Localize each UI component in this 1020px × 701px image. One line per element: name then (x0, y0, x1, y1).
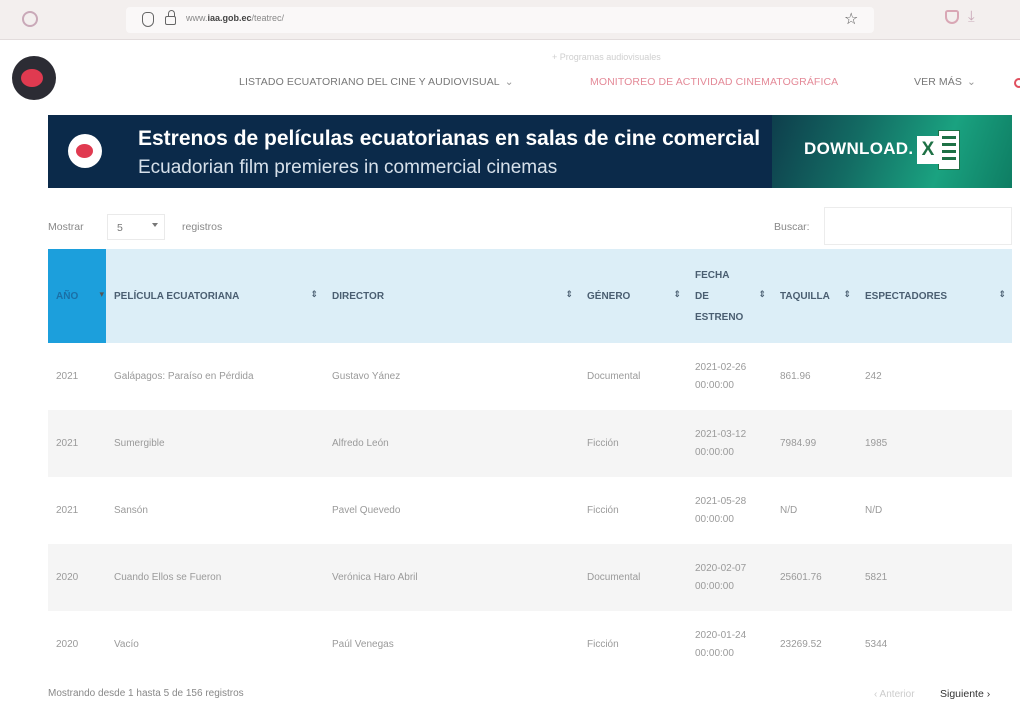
search-input[interactable] (824, 207, 1012, 245)
cell-viewers: 1985 (865, 437, 888, 449)
cell-director: Pavel Quevedo (332, 504, 401, 516)
next-page-button[interactable]: Siguiente › (940, 688, 990, 700)
download-label: DOWNLOAD. (804, 139, 914, 158)
cell-year: 2020 (56, 638, 79, 650)
cell-director: Gustavo Yánez (332, 370, 401, 382)
cell-film: Vacío (114, 638, 139, 650)
cell-year: 2021 (56, 437, 79, 449)
cell-box-office: 23269.52 (780, 638, 822, 650)
chevron-down-icon: ⌄ (504, 76, 514, 88)
cell-year: 2021 (56, 370, 79, 382)
cell-viewers: 5344 (865, 638, 888, 650)
sort-desc-icon: ▾ (99, 289, 104, 299)
cell-box-office: N/D (780, 504, 798, 516)
banner-title: Estrenos de películas ecuatorianas en sa… (138, 127, 761, 150)
table-info: Mostrando desde 1 hasta 5 de 156 registr… (48, 688, 244, 699)
cell-genre: Ficción (587, 504, 619, 516)
nav-item-listado[interactable]: LISTADO ECUATORIANO DEL CINE Y AUDIOVISU… (239, 76, 514, 88)
cell-year: 2020 (56, 571, 79, 583)
download-arrow-icon[interactable]: ⤓ (968, 8, 975, 25)
cell-director: Alfredo León (332, 437, 389, 449)
chevron-down-icon: ⌄ (966, 76, 976, 88)
premieres-table: AÑO ▾ PELÍCULA ECUATORIANA ⇕ DIRECTOR ⇕ GÉN… (48, 249, 1012, 678)
cell-viewers: 242 (865, 370, 882, 382)
cell-film: Sumergible (114, 437, 165, 449)
column-header-box-office[interactable]: TAQUILLA ⇕ (772, 249, 857, 343)
page-length-select[interactable]: 5 (107, 214, 165, 240)
column-header-film[interactable]: PELÍCULA ECUATORIANA ⇕ (106, 249, 324, 343)
bookmark-star-icon[interactable]: ☆ (844, 9, 858, 29)
address-bar[interactable]: www.iaa.gob.ec/teatrec/ ☆ (126, 7, 874, 33)
lock-icon[interactable] (165, 10, 176, 25)
chevron-down-icon (152, 223, 158, 227)
cell-director: Paúl Venegas (332, 638, 394, 650)
cell-release-date: 2020-02-07 00:00:00 (695, 562, 747, 592)
table-row: 2020 Vacío Paúl Venegas Ficción 2020-01-… (48, 611, 1012, 678)
nav-item-ver-mas[interactable]: VER MÁS ⌄ (914, 76, 976, 88)
column-header-release-date[interactable]: FECHA DE ESTRENO ⇕ (687, 249, 772, 343)
nav-hint: + Programas audiovisuales (552, 52, 661, 62)
page-length-value: 5 (117, 222, 123, 234)
table-row: 2021 Sumergible Alfredo León Ficción 202… (48, 410, 1012, 477)
download-button[interactable]: DOWNLOAD. X (772, 115, 1012, 188)
column-header-director[interactable]: DIRECTOR ⇕ (324, 249, 579, 343)
cell-viewers: N/D (865, 504, 883, 516)
cell-year: 2021 (56, 504, 79, 516)
cell-box-office: 25601.76 (780, 571, 822, 583)
premieres-banner: Estrenos de películas ecuatorianas en sa… (48, 115, 1012, 188)
table-row: 2021 Galápagos: Paraíso en Pérdida Gusta… (48, 343, 1012, 410)
cell-release-date: 2021-02-26 00:00:00 (695, 361, 747, 391)
browser-toolbar: www.iaa.gob.ec/teatrec/ ☆ ⤓ (0, 0, 1020, 40)
cell-viewers: 5821 (865, 571, 888, 583)
show-label: Mostrar (48, 221, 84, 233)
cell-genre: Ficción (587, 638, 619, 650)
nav-item-monitoreo[interactable]: MONITOREO DE ACTIVIDAD CINEMATOGRÁFICA (590, 76, 838, 88)
nav-extra-icon[interactable] (1014, 78, 1020, 88)
cell-release-date: 2021-03-12 00:00:00 (695, 428, 747, 458)
cell-director: Verónica Haro Abril (332, 571, 418, 583)
url-text[interactable]: www.iaa.gob.ec/teatrec/ (186, 13, 284, 23)
shield-icon[interactable] (142, 12, 154, 27)
cell-film: Galápagos: Paraíso en Pérdida (114, 370, 254, 382)
reload-icon[interactable] (22, 11, 38, 27)
cell-genre: Documental (587, 370, 641, 382)
cell-box-office: 861.96 (780, 370, 811, 382)
sort-icon: ⇕ (673, 289, 681, 299)
cell-film: Sansón (114, 504, 148, 516)
column-header-viewers[interactable]: ESPECTADORES ⇕ (857, 249, 1012, 343)
sort-icon: ⇕ (758, 289, 766, 299)
table-row: 2021 Sansón Pavel Quevedo Ficción 2021-0… (48, 477, 1012, 544)
table-header-row: AÑO ▾ PELÍCULA ECUATORIANA ⇕ DIRECTOR ⇕ GÉN… (48, 249, 1012, 343)
cell-box-office: 7984.99 (780, 437, 817, 449)
excel-icon: X (917, 130, 960, 170)
column-header-genre[interactable]: GÉNERO ⇕ (579, 249, 687, 343)
records-label: registros (182, 221, 223, 233)
cell-release-date: 2021-05-28 00:00:00 (695, 495, 747, 525)
previous-page-button[interactable]: ‹ Anterior (874, 689, 915, 700)
search-label: Buscar: (774, 221, 810, 233)
sort-icon: ⇕ (310, 289, 318, 299)
sort-icon: ⇕ (843, 289, 851, 299)
banner-subtitle: Ecuadorian film premieres in commercial … (138, 157, 558, 178)
sort-icon: ⇕ (565, 289, 573, 299)
cell-release-date: 2020-01-24 00:00:00 (695, 629, 747, 659)
table-row: 2020 Cuando Ellos se Fueron Verónica Har… (48, 544, 1012, 611)
cell-genre: Ficción (587, 437, 619, 449)
cell-genre: Documental (587, 571, 641, 583)
sort-icon: ⇕ (998, 289, 1006, 299)
column-header-year[interactable]: AÑO ▾ (48, 249, 106, 343)
pocket-icon[interactable] (945, 10, 959, 24)
banner-logo (68, 134, 102, 168)
main-nav: LISTADO ECUATORIANO DEL CINE Y AUDIOVISU… (0, 76, 1020, 96)
cell-film: Cuando Ellos se Fueron (114, 571, 222, 583)
